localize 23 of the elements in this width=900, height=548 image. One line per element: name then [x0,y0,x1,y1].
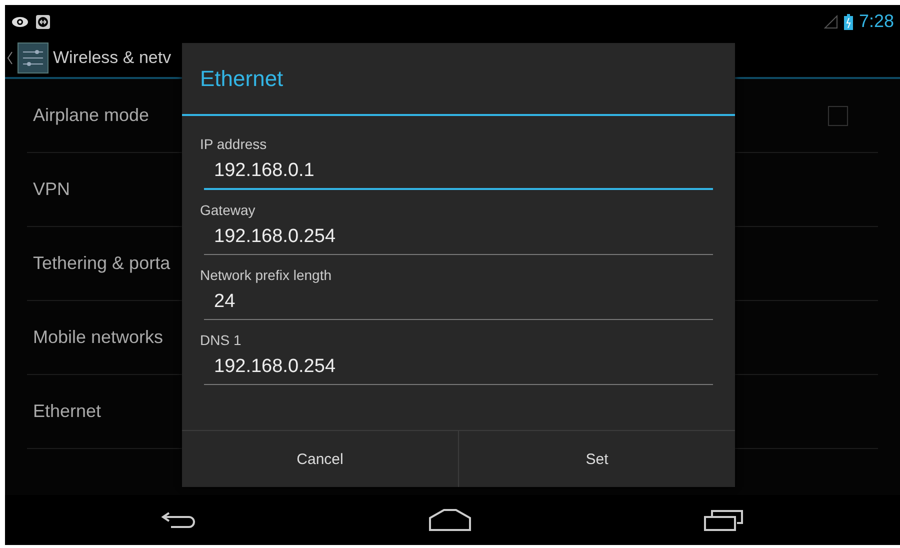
input-field[interactable]: 192.168.0.254 [204,350,713,385]
battery-icon [844,14,853,30]
input-field[interactable]: 192.168.0.254 [204,220,713,255]
checkbox[interactable] [828,106,848,126]
signal-icon [824,14,838,28]
dialog-title: Ethernet [182,43,735,116]
home-icon[interactable] [429,509,472,531]
field-label: IP address [200,136,268,152]
input-field[interactable]: 24 [204,285,713,320]
field-label: Gateway [200,202,256,218]
settings-app-icon[interactable] [17,42,49,74]
recent-apps-icon[interactable] [704,509,744,531]
dialog-button[interactable]: Set [458,431,735,487]
clock-time: 7:28 [858,11,894,32]
screen-title: Wireless & netv [53,48,172,68]
back-icon[interactable] [161,510,198,530]
back-caret-icon[interactable] [7,50,13,64]
remote-control-icon [35,14,51,30]
eye-icon [11,16,29,28]
dialog-button[interactable]: Cancel [182,431,458,487]
field-label: Network prefix length [200,267,333,283]
field-label: DNS 1 [200,332,242,348]
input-field[interactable]: 192.168.0.1 [204,154,713,190]
